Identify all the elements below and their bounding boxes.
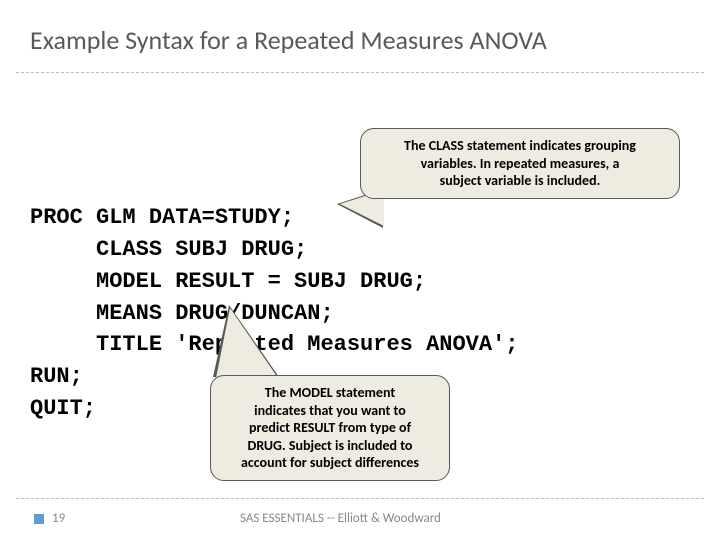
callout-model-tail bbox=[216, 308, 278, 378]
page-number: 19 bbox=[52, 511, 65, 526]
callout-model-line1: The MODEL statement bbox=[265, 384, 395, 401]
footer: 19 SAS ESSENTIALS -- Elliott & Woodward bbox=[0, 498, 720, 540]
callout-class-line1: The CLASS statement indicates grouping bbox=[404, 137, 636, 154]
callout-class-line2a: variables. In repeated measures, a bbox=[421, 155, 620, 172]
code-line-7: QUIT; bbox=[30, 396, 96, 421]
callout-model-line4: DRUG. Subject is included to bbox=[248, 437, 413, 454]
callout-model-line3: predict RESULT from type of bbox=[249, 419, 411, 436]
callout-model-line2: indicates that you want to bbox=[254, 402, 406, 419]
callout-class: The CLASS statement indicates grouping v… bbox=[360, 128, 680, 199]
divider-top bbox=[16, 72, 704, 73]
page-number-group: 19 bbox=[34, 511, 65, 526]
callout-model: The MODEL statement indicates that you w… bbox=[210, 375, 450, 481]
slide-title: Example Syntax for a Repeated Measures A… bbox=[0, 0, 720, 66]
footer-text: SAS ESSENTIALS -- Elliott & Woodward bbox=[240, 511, 441, 526]
callout-class-line3: subject variable is included. bbox=[440, 172, 601, 189]
bullet-icon bbox=[34, 514, 44, 524]
divider-bottom bbox=[16, 498, 704, 499]
code-line-2: CLASS SUBJ DRUG; bbox=[30, 237, 307, 262]
code-line-1: PROC GLM DATA=STUDY; bbox=[30, 205, 294, 230]
code-line-3: MODEL RESULT = SUBJ DRUG; bbox=[30, 269, 426, 294]
code-line-6: RUN; bbox=[30, 364, 83, 389]
callout-model-line5: account for subject differences bbox=[241, 454, 419, 471]
code-line-4: MEANS DRUG/DUNCAN; bbox=[30, 301, 334, 326]
